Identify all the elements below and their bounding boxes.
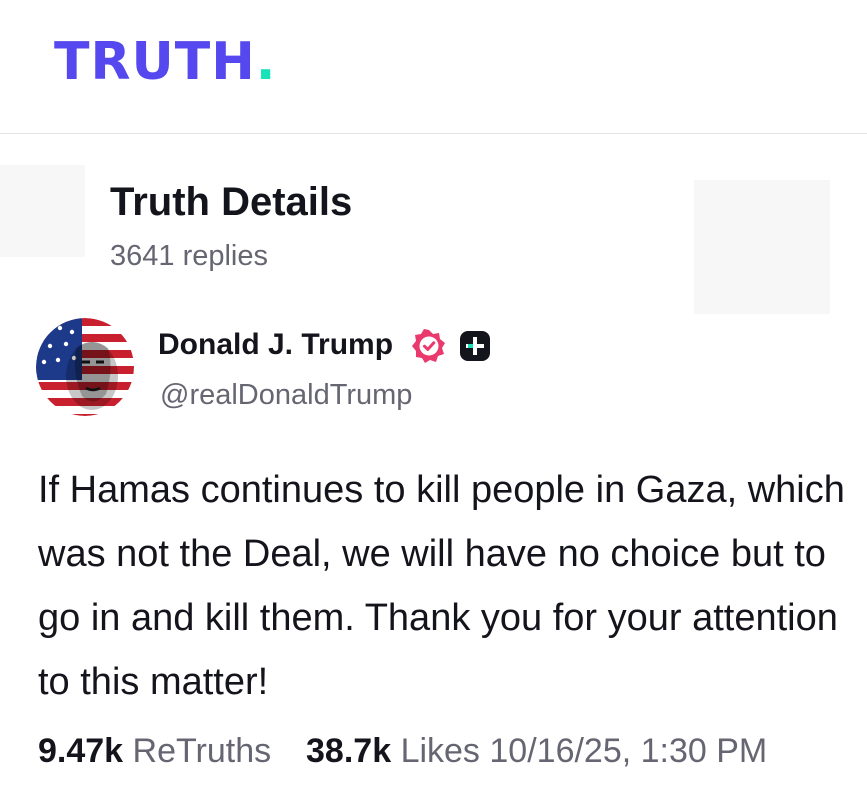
likes-count[interactable]: 38.7k [306,732,391,770]
avatar-image [36,318,134,416]
post-timestamp: 10/16/25, 1:30 PM [489,732,768,770]
author-name[interactable]: Donald J. Trump [158,325,393,365]
retruths-count[interactable]: 9.47k [38,732,123,770]
page-title: Truth Details [110,180,353,224]
likes-label[interactable]: Likes [401,732,480,770]
verified-badge-icon [412,329,445,363]
replies-count[interactable]: 3641 replies [110,238,268,274]
logo-dot: . [255,32,277,92]
plus-badge-icon [460,331,490,361]
top-bar: TRUTH. [0,0,867,134]
logo-text: TRUTH [54,32,256,92]
retruths-label[interactable]: ReTruths [133,732,272,770]
faded-back-button-area [0,165,85,257]
truth-logo[interactable]: TRUTH. [54,32,277,92]
author-handle[interactable]: @realDonaldTrump [160,376,412,414]
post-stats: 9.47k ReTruths 38.7k Likes 10/16/25, 1:3… [38,728,767,774]
post-text: If Hamas continues to kill people in Gaz… [38,469,845,703]
avatar[interactable] [36,318,134,416]
faded-action-area [694,180,830,314]
